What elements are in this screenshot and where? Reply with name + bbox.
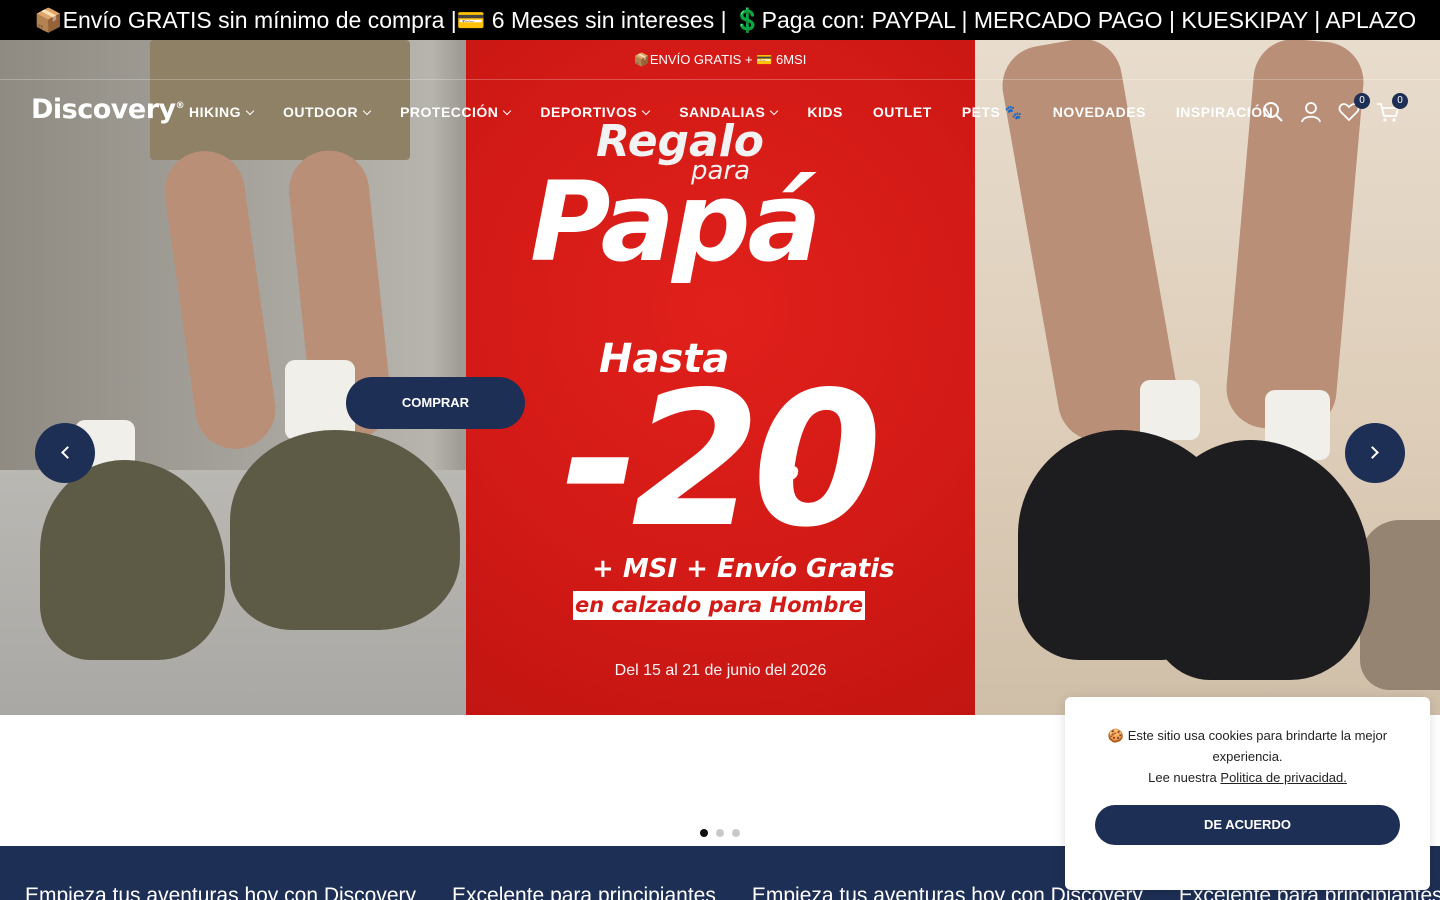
nav-novedades[interactable]: NOVEDADES	[1053, 104, 1146, 120]
cookie-policy-line: Lee nuestra Politica de privacidad.	[1148, 770, 1347, 785]
privacy-policy-link[interactable]: Politica de privacidad.	[1220, 770, 1346, 785]
announcement-text: 📦ENVÍO GRATIS + 💳 6MSI	[633, 52, 807, 67]
header-icons: 0 0	[1262, 93, 1414, 126]
account-icon[interactable]	[1300, 101, 1322, 123]
promo-extras: + MSI + Envío Gratis	[592, 554, 895, 584]
chevron-down-icon	[641, 106, 651, 115]
chevron-down-icon	[770, 106, 779, 115]
slider-dot-2[interactable]	[716, 829, 724, 837]
nav-outlet[interactable]: OUTLET	[873, 104, 932, 120]
slider-dot-1[interactable]	[700, 829, 708, 837]
chevron-down-icon	[245, 106, 255, 115]
slider-dots	[700, 829, 748, 837]
nav-hiking[interactable]: HIKING	[189, 104, 255, 120]
chevron-down-icon	[503, 106, 512, 115]
shop-now-button[interactable]: COMPRAR	[346, 377, 525, 429]
nav-inspiracion[interactable]: INSPIRACIÓN	[1176, 104, 1273, 120]
slider-next-button[interactable]	[1345, 423, 1405, 483]
promo-percent: %	[766, 448, 801, 488]
nav-proteccion[interactable]: PROTECCIÓN	[400, 104, 512, 120]
main-nav: HIKING OUTDOOR PROTECCIÓN DEPORTIVOS SAN…	[189, 80, 1303, 144]
nav-sandalias[interactable]: SANDALIAS	[679, 104, 779, 120]
brand-logo[interactable]: Discovery®	[31, 94, 185, 125]
cart-icon[interactable]: 0	[1376, 93, 1408, 123]
site-header: Discovery® HIKING OUTDOOR PROTECCIÓN DEP…	[0, 80, 1440, 144]
chevron-right-icon	[1366, 446, 1379, 459]
nav-pets[interactable]: PETS 🐾	[962, 104, 1023, 121]
promo-title: Papá	[530, 158, 822, 286]
chevron-down-icon	[362, 106, 372, 115]
announcement-bar: 📦ENVÍO GRATIS + 💳 6MSI	[0, 40, 1440, 80]
marquee-item: Empieza tus aventuras hoy con Discovery	[25, 884, 417, 900]
cookie-banner: 🍪 Este sitio usa cookies para brindarte …	[1065, 697, 1430, 890]
marquee-item: Excelente para principiantes	[452, 884, 716, 900]
wishlist-icon[interactable]: 0	[1338, 93, 1370, 123]
wishlist-count-badge: 0	[1354, 93, 1370, 109]
nav-kids[interactable]: KIDS	[807, 104, 842, 120]
promo-dates: Del 15 al 21 de junio del 2026	[614, 662, 827, 679]
nav-deportivos[interactable]: DEPORTIVOS	[540, 104, 651, 120]
chevron-left-icon	[61, 446, 74, 459]
nav-outdoor[interactable]: OUTDOOR	[283, 104, 372, 120]
announcement-ticker: 📦Envío GRATIS sin mínimo de compra |💳 6 …	[0, 0, 1440, 40]
search-icon[interactable]	[1262, 101, 1284, 123]
ticker-text: 📦Envío GRATIS sin mínimo de compra |💳 6 …	[34, 7, 1417, 33]
slider-dot-3[interactable]	[732, 829, 740, 837]
cart-count-badge: 0	[1392, 93, 1408, 109]
slider-prev-button[interactable]	[35, 423, 95, 483]
cookie-message: 🍪 Este sitio usa cookies para brindarte …	[1107, 728, 1388, 764]
accept-cookies-button[interactable]: DE ACUERDO	[1095, 805, 1400, 845]
promo-discount: -20	[562, 351, 882, 568]
promo-category: en calzado para Hombre	[573, 591, 865, 620]
